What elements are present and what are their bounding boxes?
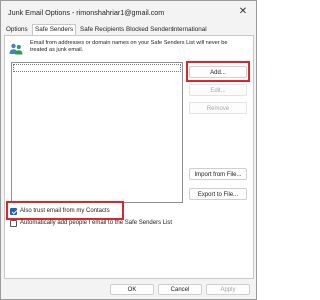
auto-add-label[interactable]: Automatically add people I email to the …	[20, 219, 172, 228]
import-from-file-button[interactable]: Import from File...	[189, 168, 247, 180]
people-icon	[9, 43, 23, 55]
tab-options[interactable]: Options	[6, 25, 28, 35]
close-icon[interactable]: ✕	[237, 6, 249, 18]
trust-contacts-highlight	[6, 201, 124, 220]
tab-strip: Options Safe Senders Safe Recipients Blo…	[4, 24, 253, 36]
add-button-highlight	[186, 61, 250, 82]
tab-safe-recipients[interactable]: Safe Recipients	[80, 25, 124, 35]
title-bar: Junk Email Options - rimonshahriar1@gmai…	[1, 1, 256, 23]
export-to-file-button[interactable]: Export to File...	[189, 188, 247, 200]
remove-button[interactable]: Remove	[189, 102, 247, 114]
window-title: Junk Email Options - rimonshahriar1@gmai…	[8, 8, 165, 17]
auto-add-checkbox[interactable]	[10, 220, 17, 227]
auto-add-row[interactable]: Automatically add people I email to the …	[10, 219, 240, 228]
edit-button[interactable]: Edit...	[189, 84, 247, 96]
tab-international[interactable]: International	[172, 25, 207, 35]
list-focus-row[interactable]	[13, 64, 181, 72]
ok-button[interactable]: OK	[110, 284, 154, 295]
cancel-button[interactable]: Cancel	[158, 284, 202, 295]
safe-senders-list[interactable]	[11, 62, 183, 203]
tab-blocked-senders[interactable]: Blocked Senders	[126, 25, 174, 35]
safe-senders-description: Email from addresses or domain names on …	[30, 40, 228, 53]
apply-button[interactable]: Apply	[206, 284, 250, 295]
